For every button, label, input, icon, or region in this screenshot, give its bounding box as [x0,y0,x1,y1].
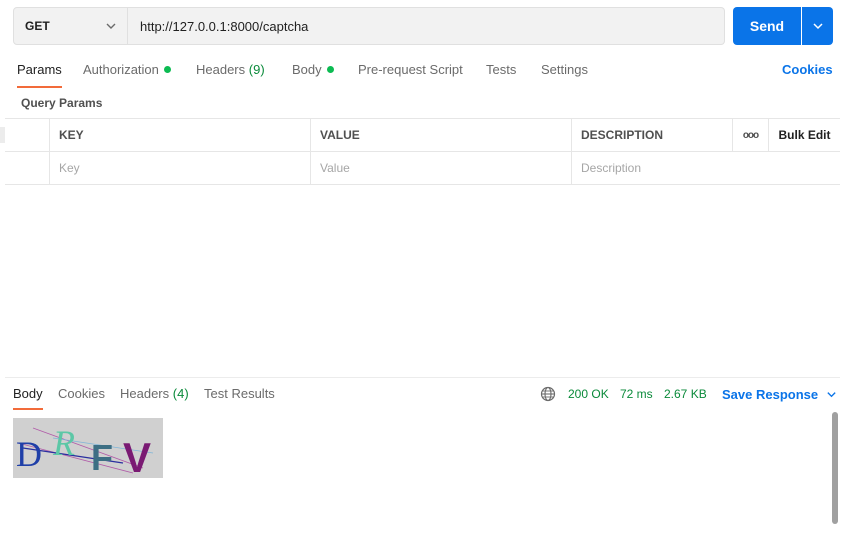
tab-body[interactable]: Body [292,62,334,86]
response-tab-headers-label: Headers [120,386,170,401]
captcha-letter-2: R [52,423,75,463]
response-tab-body[interactable]: Body [13,386,43,410]
value-input[interactable]: Value [310,152,571,184]
column-header-value: VALUE [310,119,571,151]
column-header-key-label: KEY [59,128,84,142]
response-tab-test-results[interactable]: Test Results [204,386,275,408]
method-select[interactable]: GET [13,7,128,45]
status-dot-icon [163,66,171,73]
table-header-row: KEY VALUE DESCRIPTION ooo Bulk Edit [5,118,840,151]
tab-params-label: Params [17,62,62,77]
key-placeholder: Key [59,161,80,175]
tab-tests[interactable]: Tests [486,62,516,86]
tab-authorization-label: Authorization [83,62,159,77]
cookies-link[interactable]: Cookies [782,62,833,77]
response-divider [5,377,840,378]
captcha-image: D R F V [13,418,163,478]
globe-icon[interactable] [540,386,556,402]
response-size[interactable]: 2.67 KB [664,387,707,401]
method-label: GET [25,19,50,33]
column-header-description: DESCRIPTION [571,119,732,151]
query-params-table: KEY VALUE DESCRIPTION ooo Bulk Edit Key … [5,118,840,185]
url-input[interactable]: http://127.0.0.1:8000/captcha [128,7,725,45]
captcha-letter-3: F [91,437,113,478]
bulk-edit-button[interactable]: Bulk Edit [768,119,840,151]
column-header-value-label: VALUE [320,128,360,142]
column-header-key: KEY [49,119,310,151]
query-params-title: Query Params [21,96,103,110]
response-scrollbar-thumb[interactable] [832,412,838,524]
description-input[interactable]: Description [571,152,840,184]
bulk-edit-label: Bulk Edit [778,128,831,142]
key-input[interactable]: Key [49,152,310,184]
tab-settings-label: Settings [541,62,588,77]
captcha-letter-1: D [16,434,42,474]
description-placeholder: Description [581,161,642,175]
more-options-icon: ooo [742,129,759,141]
captcha-letter-4: V [123,434,151,478]
url-text: http://127.0.0.1:8000/captcha [140,18,309,34]
tab-pre-request-script-label: Pre-request Script [358,62,463,77]
response-tab-body-label: Body [13,386,43,401]
tab-body-label: Body [292,62,322,77]
tab-headers-count: (9) [248,62,265,77]
chevron-down-icon [827,392,836,398]
response-tab-headers-count: (4) [172,386,189,401]
response-time[interactable]: 72 ms [620,387,653,401]
more-options-button[interactable]: ooo [732,119,768,151]
save-response-label: Save Response [722,387,819,402]
captcha-graphic: D R F V [13,418,163,478]
status-dot-icon [326,66,334,73]
save-response-button[interactable]: Save Response [722,387,837,402]
send-label: Send [749,18,785,34]
tab-headers-label: Headers [196,62,246,77]
chevron-down-icon [812,23,823,30]
send-button[interactable]: Send [733,7,801,45]
response-tab-headers[interactable]: Headers (4) [120,386,189,408]
status-code[interactable]: 200 OK [568,387,609,401]
table-row: Key Value Description [5,151,840,185]
response-tab-cookies-label: Cookies [58,386,105,401]
tab-authorization[interactable]: Authorization [83,62,171,86]
tab-tests-label: Tests [486,62,517,77]
response-tab-test-results-label: Test Results [204,386,275,401]
chevron-down-icon [106,23,116,29]
column-header-description-label: DESCRIPTION [581,128,664,142]
send-options-button[interactable] [802,7,833,45]
tab-settings[interactable]: Settings [541,62,588,86]
value-placeholder: Value [320,161,350,175]
tab-pre-request-script[interactable]: Pre-request Script [358,62,463,86]
tab-params[interactable]: Params [17,62,62,88]
response-tab-cookies[interactable]: Cookies [58,386,105,408]
tab-headers[interactable]: Headers (9) [196,62,265,86]
